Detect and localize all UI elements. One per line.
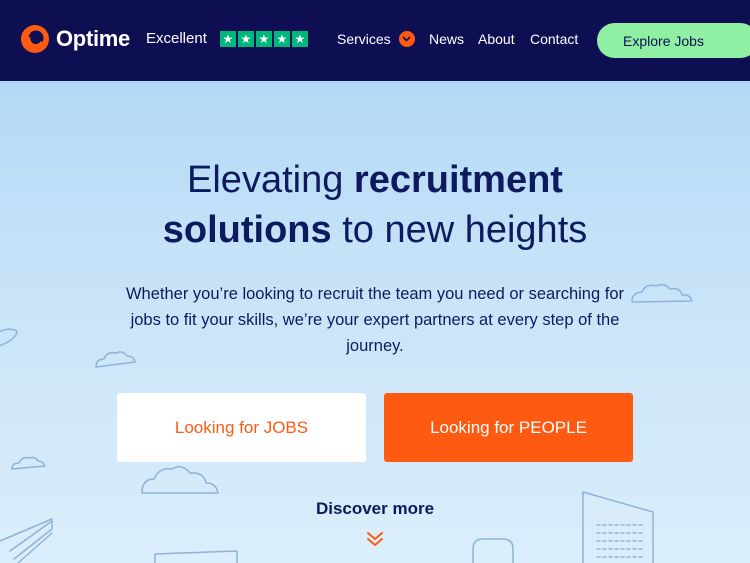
double-chevron-down-icon[interactable] (365, 531, 385, 547)
hero-title-bold: recruitment (353, 159, 563, 201)
hero-title-part: to new heights (331, 209, 588, 251)
looking-for-people-button[interactable]: Looking for PEOPLE (384, 393, 633, 462)
star-icon: ★ (237, 30, 254, 47)
star-icon: ★ (273, 30, 290, 47)
hero-subtitle: Whether you’re looking to recruit the te… (125, 285, 624, 355)
optime-logo-icon (21, 25, 49, 53)
cloud-right (631, 283, 693, 303)
logo-text: Optime (56, 26, 130, 51)
hero-title: Elevating recruitment solutions to new h… (0, 155, 750, 255)
discover-more-link[interactable]: Discover more (0, 499, 750, 519)
saucer (0, 328, 18, 347)
cloud-bottom (141, 466, 219, 494)
looking-for-jobs-button[interactable]: Looking for JOBS (117, 393, 366, 462)
nav-services-label: Services (337, 31, 391, 47)
explore-jobs-button[interactable]: Explore Jobs (597, 23, 750, 58)
building-mid (472, 538, 514, 563)
building-center (154, 550, 238, 563)
star-icon: ★ (291, 30, 308, 47)
trustpilot-rating[interactable]: Excellent ★ ★ ★ ★ ★ (146, 30, 308, 47)
star-icon: ★ (255, 30, 272, 47)
hero-title-part: Elevating (187, 159, 354, 201)
hero-title-bold: solutions (162, 209, 332, 251)
top-navigation-bar: Optime Excellent ★ ★ ★ ★ ★ Services News… (0, 0, 750, 81)
chevron-down-icon[interactable] (398, 31, 415, 47)
star-icon: ★ (219, 30, 236, 47)
building-left (0, 518, 53, 563)
building-windows (596, 524, 643, 558)
rating-stars: ★ ★ ★ ★ ★ (219, 30, 308, 47)
nav-contact[interactable]: Contact (530, 31, 578, 47)
nav-about[interactable]: About (478, 31, 515, 47)
rating-label: Excellent (146, 30, 207, 47)
nav-news[interactable]: News (429, 31, 464, 47)
optime-logo[interactable]: Optime (20, 24, 130, 54)
nav-services[interactable]: Services (337, 31, 415, 47)
cloud-lower-left (11, 456, 46, 470)
